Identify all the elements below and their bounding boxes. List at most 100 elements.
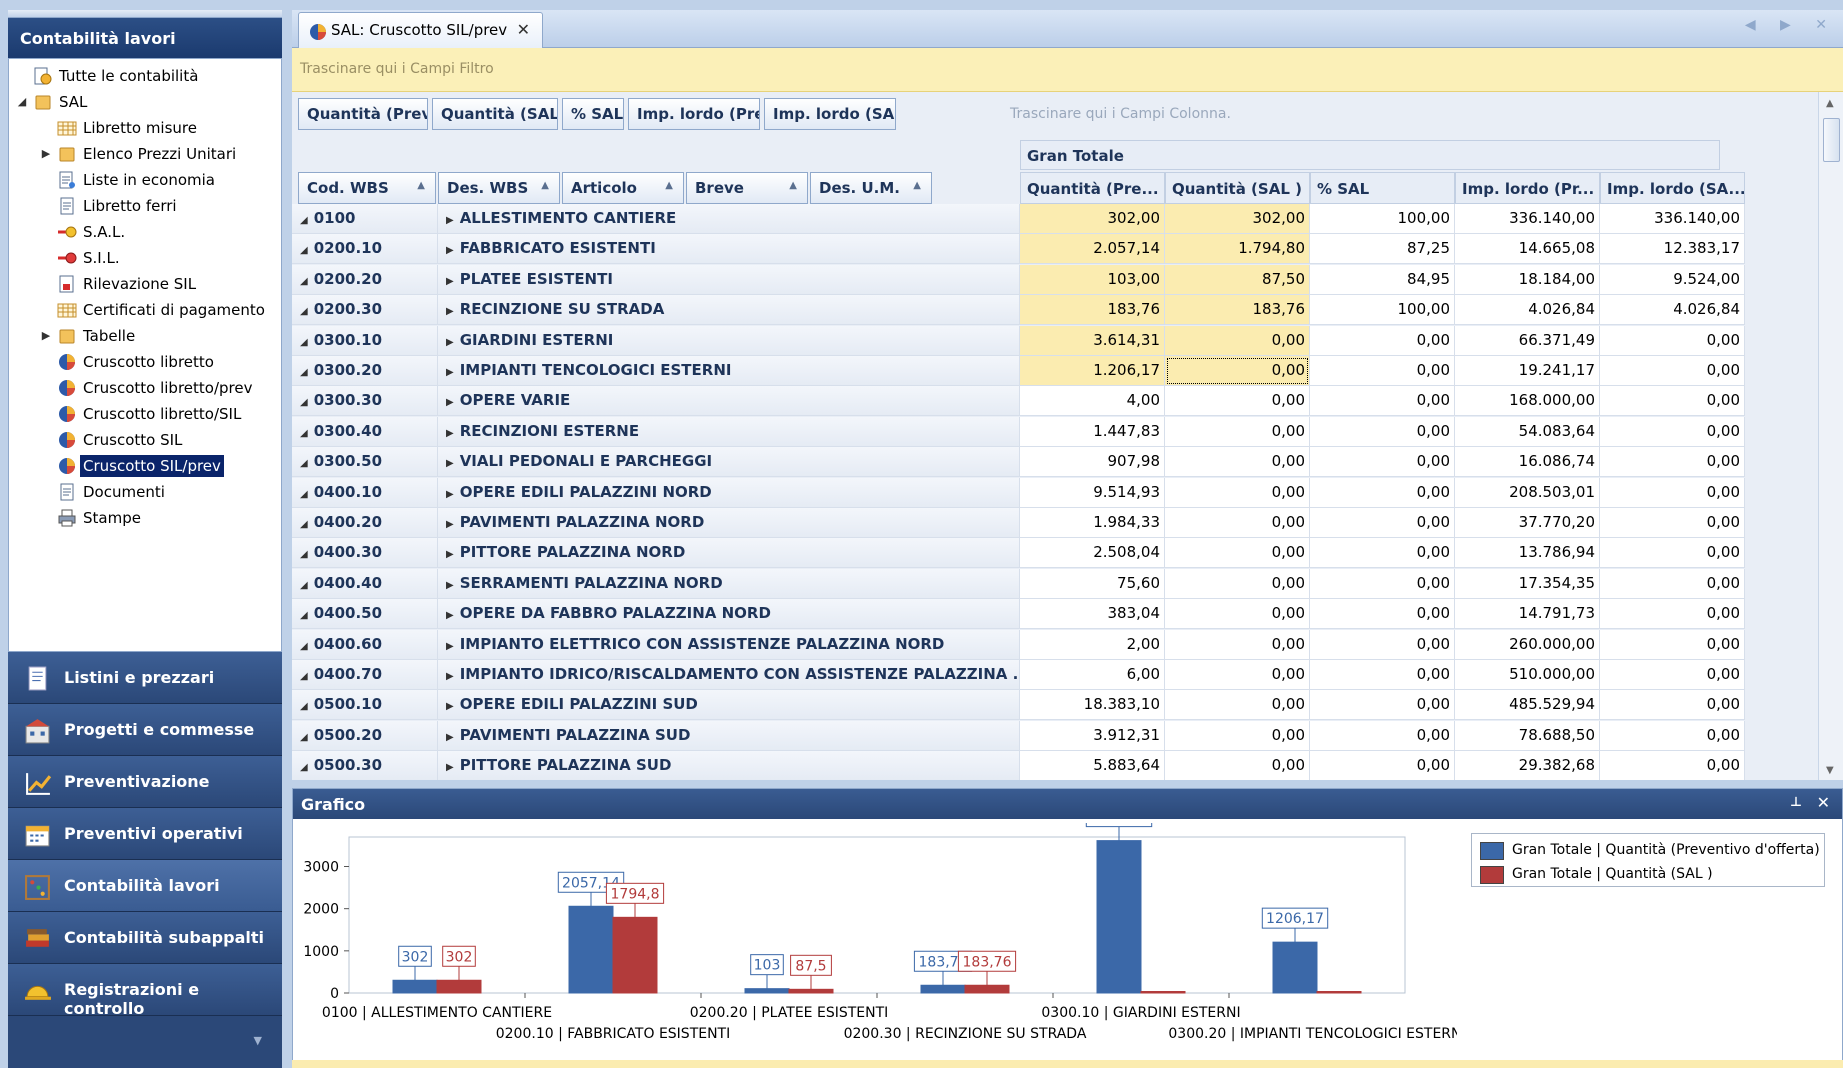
scroll-up-icon[interactable]: ▲: [1826, 98, 1834, 109]
row-field-button[interactable]: Breve ▲: [686, 172, 808, 204]
nav-preventivazione[interactable]: Preventivazione: [8, 756, 282, 808]
value-cell[interactable]: 485.529,94: [1455, 690, 1600, 721]
value-cell[interactable]: 0,00: [1165, 447, 1310, 478]
bar-sal[interactable]: [436, 979, 482, 994]
tree-item-cruscotto-libretto[interactable]: Cruscotto libretto: [9, 349, 281, 375]
column-header[interactable]: Quantità (Pre...: [1020, 172, 1165, 204]
value-cell[interactable]: 3.912,31: [1020, 720, 1165, 751]
value-cell[interactable]: 0,00: [1310, 660, 1455, 690]
bar-preventivo[interactable]: [920, 984, 966, 994]
collapse-arrow-icon[interactable]: ◢: [300, 276, 308, 287]
sidebar-splitter[interactable]: [282, 10, 292, 1068]
data-field-button[interactable]: Quantità (Prev...: [298, 98, 428, 130]
value-cell[interactable]: 0,00: [1165, 629, 1310, 660]
value-cell[interactable]: 0,00: [1165, 599, 1310, 630]
close-icon[interactable]: ✕: [1817, 793, 1830, 812]
value-cell[interactable]: 0,00: [1310, 447, 1455, 478]
close-icon[interactable]: ✕: [517, 20, 530, 39]
value-cell[interactable]: 260.000,00: [1455, 629, 1600, 660]
tree-item-cruscotto-sil[interactable]: Cruscotto SIL: [9, 427, 281, 453]
wbs-description-cell[interactable]: ▶ VIALI PEDONALI E PARCHEGGI: [438, 447, 1020, 478]
value-cell[interactable]: 510.000,00: [1455, 660, 1600, 690]
expand-arrow-icon[interactable]: ▶: [446, 337, 454, 348]
value-cell[interactable]: 0,00: [1600, 416, 1745, 447]
value-cell[interactable]: 0,00: [1165, 416, 1310, 447]
value-cell[interactable]: 17.354,35: [1455, 568, 1600, 599]
value-cell[interactable]: 208.503,01: [1455, 477, 1600, 508]
value-cell[interactable]: 0,00: [1600, 538, 1745, 569]
scroll-down-icon[interactable]: ▼: [1826, 765, 1834, 776]
value-cell[interactable]: 302,00: [1165, 204, 1310, 234]
wbs-description-cell[interactable]: ▶ IMPIANTO IDRICO/RISCALDAMENTO CON ASSIS…: [438, 660, 1020, 690]
value-cell[interactable]: 4,00: [1020, 386, 1165, 417]
expand-arrow-icon[interactable]: ▶: [446, 489, 454, 500]
value-cell[interactable]: 6,00: [1020, 660, 1165, 690]
value-cell[interactable]: 0,00: [1600, 690, 1745, 721]
wbs-description-cell[interactable]: ▶ RECINZIONI ESTERNE: [438, 416, 1020, 447]
wbs-description-cell[interactable]: ▶ PAVIMENTI PALAZZINA NORD: [438, 508, 1020, 538]
value-cell[interactable]: 37.770,20: [1455, 508, 1600, 538]
wbs-description-cell[interactable]: ▶ IMPIANTI TENCOLOGICI ESTERNI: [438, 356, 1020, 386]
value-cell[interactable]: 87,50: [1165, 264, 1310, 295]
value-cell[interactable]: 54.083,64: [1455, 416, 1600, 447]
nav-progetti-e-commesse[interactable]: Progetti e commesse: [8, 704, 282, 756]
value-cell[interactable]: 183,76: [1165, 295, 1310, 326]
collapse-arrow-icon[interactable]: ◢: [300, 397, 308, 408]
row-field-button[interactable]: Des. WBS ▲: [438, 172, 560, 204]
value-cell[interactable]: 0,00: [1600, 386, 1745, 417]
tree-item-tutte-le-contabilit[interactable]: Tutte le contabilità: [9, 63, 281, 89]
bar-sal[interactable]: [1140, 991, 1186, 994]
wbs-code-cell[interactable]: ◢ 0300.30: [292, 386, 438, 417]
value-cell[interactable]: 0,00: [1310, 720, 1455, 751]
wbs-description-cell[interactable]: ▶ PLATEE ESISTENTI: [438, 264, 1020, 295]
bar-preventivo[interactable]: [1272, 941, 1318, 994]
expand-arrow-icon[interactable]: ▶: [446, 610, 454, 621]
wbs-code-cell[interactable]: ◢ 0400.40: [292, 568, 438, 599]
value-cell[interactable]: 0,00: [1600, 599, 1745, 630]
collapse-arrow-icon[interactable]: ◢: [300, 762, 308, 773]
value-cell[interactable]: 13.786,94: [1455, 538, 1600, 569]
value-cell[interactable]: 907,98: [1020, 447, 1165, 478]
expand-arrow-icon[interactable]: ▶: [446, 458, 454, 469]
tree-item-documenti[interactable]: Documenti: [9, 479, 281, 505]
expand-arrow-icon[interactable]: ▶: [446, 397, 454, 408]
sort-ascending-icon[interactable]: ▲: [789, 180, 797, 191]
collapse-arrow-icon[interactable]: ◢: [300, 610, 308, 621]
wbs-code-cell[interactable]: ◢ 0400.20: [292, 508, 438, 538]
nav-more-button[interactable]: ▼: [8, 1016, 282, 1068]
expand-arrow-icon[interactable]: ▶: [446, 306, 454, 317]
nav-contabilit-subappalti[interactable]: Contabilità subappalti: [8, 912, 282, 964]
value-cell[interactable]: 0,00: [1600, 629, 1745, 660]
expand-arrow-icon[interactable]: ▶: [446, 580, 454, 591]
value-cell[interactable]: 0,00: [1310, 599, 1455, 630]
expand-arrow-icon[interactable]: ▶: [446, 428, 454, 439]
wbs-code-cell[interactable]: ◢ 0300.20: [292, 356, 438, 386]
value-cell[interactable]: 0,00: [1310, 386, 1455, 417]
column-drop-zone[interactable]: Trascinare qui i Campi Colonna.: [1010, 106, 1231, 122]
collapse-arrow-icon[interactable]: ◢: [300, 306, 308, 317]
value-cell[interactable]: 78.688,50: [1455, 720, 1600, 751]
value-cell[interactable]: 0,00: [1310, 477, 1455, 508]
expand-arrow-icon[interactable]: ▶: [446, 701, 454, 712]
expand-arrow-icon[interactable]: ▶: [446, 732, 454, 743]
nav-registrazioni-e-controllo[interactable]: Registrazioni e controllo: [8, 964, 282, 1018]
sort-ascending-icon[interactable]: ▲: [417, 180, 425, 191]
value-cell[interactable]: 1.794,80: [1165, 234, 1310, 265]
sort-ascending-icon[interactable]: ▲: [541, 180, 549, 191]
value-cell[interactable]: 0,00: [1600, 720, 1745, 751]
expand-arrow-icon[interactable]: ▶: [446, 519, 454, 530]
expand-arrow-icon[interactable]: ▶: [39, 141, 53, 167]
expand-arrow-icon[interactable]: ▶: [446, 367, 454, 378]
scrollbar-thumb[interactable]: [1823, 118, 1840, 162]
collapse-arrow-icon[interactable]: ◢: [300, 519, 308, 530]
expand-arrow-icon[interactable]: ▶: [446, 671, 454, 682]
value-cell[interactable]: 0,00: [1165, 386, 1310, 417]
tree-item-stampe[interactable]: Stampe: [9, 505, 281, 531]
tree-item-libretto-misure[interactable]: Libretto misure: [9, 115, 281, 141]
tree-item-tabelle[interactable]: ▶ Tabelle: [9, 323, 281, 349]
wbs-code-cell[interactable]: ◢ 0200.20: [292, 264, 438, 295]
wbs-description-cell[interactable]: ▶ IMPIANTO ELETTRICO CON ASSISTENZE PALAZ…: [438, 629, 1020, 660]
bar-preventivo[interactable]: [744, 988, 790, 994]
value-cell[interactable]: 0,00: [1600, 568, 1745, 599]
value-cell[interactable]: 0,00: [1310, 538, 1455, 569]
